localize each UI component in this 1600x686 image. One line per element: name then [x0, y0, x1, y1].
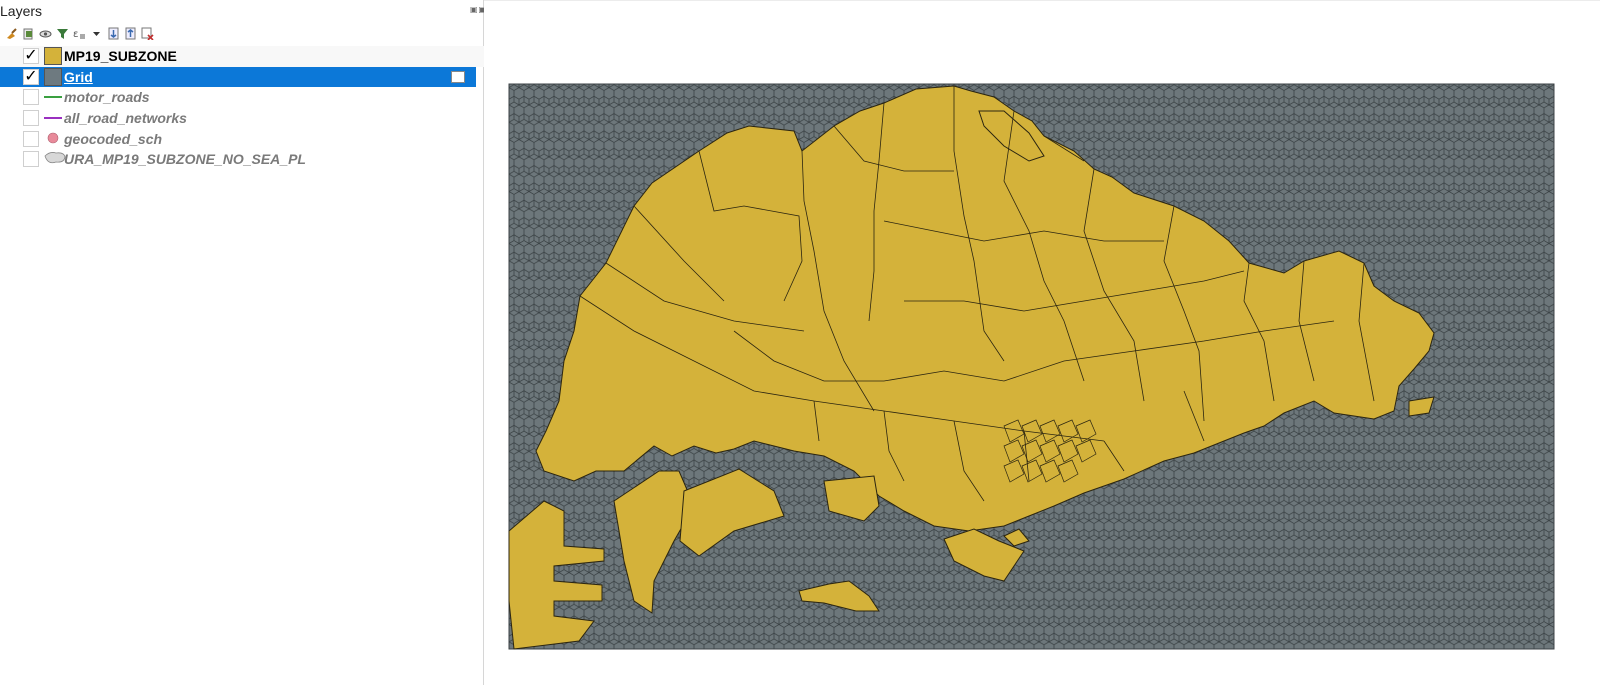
collapse-all-icon[interactable] [123, 26, 137, 40]
add-group-icon[interactable] [21, 26, 35, 40]
layer-row-all-road-networks[interactable]: all_road_networks [0, 108, 484, 129]
layer-visibility-checkbox[interactable]: ✓ [23, 67, 39, 85]
manage-visibility-icon[interactable] [38, 26, 52, 40]
line-symbol-icon [44, 88, 62, 106]
layer-visibility-checkbox[interactable] [23, 110, 39, 127]
layer-row-ura-mp19-subzone-no-sea-pl[interactable]: URA_MP19_SUBZONE_NO_SEA_PL [0, 149, 484, 170]
layer-name: MP19_SUBZONE [64, 48, 177, 65]
checkmark-icon: ✓ [24, 67, 38, 85]
layers-panel: Layers ▣▣ ε ✓ MP19_SUBZONE ✓ Grid motor_road… [0, 0, 486, 685]
layer-name: URA_MP19_SUBZONE_NO_SEA_PL [64, 151, 306, 168]
layer-visibility-checkbox[interactable] [23, 151, 39, 168]
filter-legend-icon[interactable] [55, 26, 69, 40]
map-view[interactable] [484, 1, 1600, 686]
polygon-symbol-icon [44, 150, 66, 168]
dropdown-arrow-icon[interactable] [89, 26, 103, 40]
layer-style-indicator-icon[interactable] [451, 70, 465, 83]
layer-visibility-checkbox[interactable]: ✓ [23, 47, 39, 65]
layer-name: motor_roads [64, 89, 150, 106]
line-symbol-icon [44, 109, 62, 127]
map-canvas[interactable] [484, 0, 1600, 685]
layer-visibility-checkbox[interactable] [23, 89, 39, 106]
layer-name: Grid [64, 68, 93, 85]
panel-title: Layers [0, 3, 43, 19]
layer-name: all_road_networks [64, 110, 187, 127]
layer-name: geocoded_sch [64, 130, 163, 147]
filter-expression-icon[interactable]: ε [72, 26, 86, 40]
checkmark-icon: ✓ [24, 47, 38, 65]
fill-symbol-icon [44, 67, 62, 86]
layer-tree: ✓ MP19_SUBZONE ✓ Grid motor_roads all_road_ne… [0, 46, 484, 170]
layer-toolbar: ε [4, 24, 154, 42]
style-manager-icon[interactable] [4, 26, 18, 40]
layer-visibility-checkbox[interactable] [23, 130, 39, 147]
point-symbol-icon [44, 130, 62, 148]
layer-row-geocoded-sch[interactable]: geocoded_sch [0, 128, 484, 149]
svg-text:ε: ε [73, 29, 78, 40]
layer-row-motor-roads[interactable]: motor_roads [0, 87, 484, 108]
layer-row-mp19-subzone[interactable]: ✓ MP19_SUBZONE [0, 46, 484, 67]
remove-layer-icon[interactable] [140, 26, 154, 40]
layer-row-grid[interactable]: ✓ Grid [0, 66, 476, 88]
fill-symbol-icon [44, 47, 62, 66]
expand-all-icon[interactable] [106, 26, 120, 40]
